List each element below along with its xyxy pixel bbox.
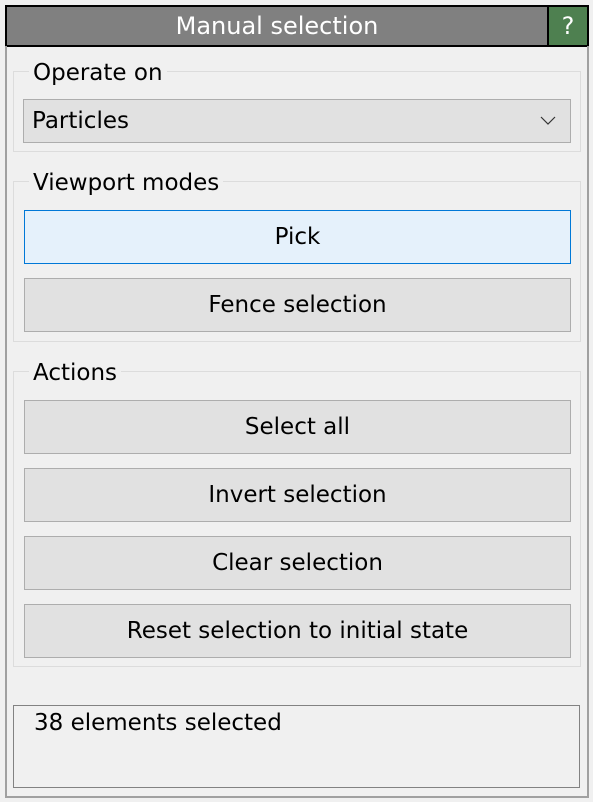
operate-on-dropdown[interactable]: Particles [23,99,571,143]
dropdown-value: Particles [32,108,129,134]
select-all-button[interactable]: Select all [24,400,571,454]
panel-title: Manual selection [175,12,379,40]
invert-selection-button[interactable]: Invert selection [24,468,571,522]
actions-label: Actions [29,360,122,386]
status-text: 38 elements selected [13,705,580,788]
clear-selection-button[interactable]: Clear selection [24,536,571,590]
chevron-down-icon [540,116,556,125]
title-bar: Manual selection [5,5,589,47]
viewport-modes-label: Viewport modes [29,170,224,196]
pick-button[interactable]: Pick [24,210,571,264]
reset-selection-button[interactable]: Reset selection to initial state [24,604,571,658]
help-button[interactable]: ? [547,5,589,47]
operate-on-label: Operate on [29,60,167,86]
fence-selection-button[interactable]: Fence selection [24,278,571,332]
